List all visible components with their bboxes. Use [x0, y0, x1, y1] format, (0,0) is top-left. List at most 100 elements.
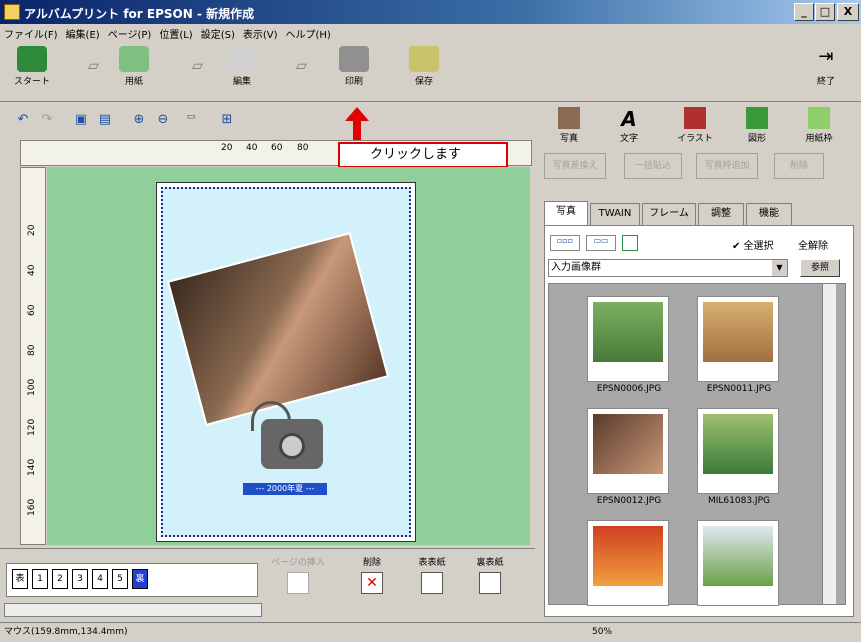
camera-lens	[279, 433, 305, 459]
undo-icon[interactable]: ↶	[14, 112, 32, 130]
zoom-level: 50%	[592, 627, 613, 637]
print-button[interactable]: 印刷	[328, 46, 380, 87]
thumb-caption: EPSN0012.JPG	[596, 496, 662, 506]
tool-photo[interactable]: 写真	[550, 107, 588, 144]
app-icon	[4, 4, 20, 20]
caption-label[interactable]: --- 2000年夏 ---	[243, 483, 327, 495]
exit-icon: ⇥	[811, 46, 841, 72]
browse-button[interactable]: 参照	[800, 259, 840, 277]
tab-twain[interactable]: TWAIN	[590, 203, 640, 225]
page-1[interactable]: 1	[32, 569, 48, 589]
click-callout: クリックします	[338, 142, 508, 168]
delete-page-button[interactable]: 削除 ✕	[352, 555, 392, 594]
menu-edit[interactable]: 編集(E)	[66, 26, 100, 41]
tab-function[interactable]: 機能	[746, 203, 792, 225]
zoom-out-icon[interactable]: ⊖	[154, 112, 172, 130]
printer-icon	[339, 46, 369, 72]
view-small-icon[interactable]: ▫▫▫	[550, 235, 580, 251]
text-icon: A	[621, 107, 637, 131]
tab-photo[interactable]: 写真	[544, 201, 588, 226]
thumbnail[interactable]	[587, 408, 669, 494]
source-select[interactable]: 入力画像群	[548, 259, 788, 277]
tool-illust[interactable]: イラスト	[676, 107, 714, 144]
thumbnail[interactable]	[587, 296, 669, 382]
back-cover-button[interactable]: 裏表紙	[470, 555, 510, 594]
ruler-tick: 120	[27, 418, 37, 436]
tool-frame[interactable]: 用紙枠	[800, 107, 838, 144]
page-front[interactable]: 表	[12, 569, 28, 589]
ruler-tick: 20	[221, 143, 233, 153]
page-back[interactable]: 裏	[132, 569, 148, 589]
start-button[interactable]: スタート	[6, 46, 58, 87]
minimize-button[interactable]: _	[794, 3, 814, 21]
exit-button[interactable]: ⇥ 終了	[800, 46, 852, 87]
grid-icon[interactable]: ⊞	[218, 112, 236, 130]
edit-button[interactable]: 編集	[216, 46, 268, 87]
thumbnail[interactable]	[697, 296, 779, 382]
page-frame: --- 2000年夏 ---	[161, 187, 411, 537]
menu-file[interactable]: ファイル(F)	[4, 26, 58, 41]
edit-toolbar: ↶ ↷ ▣ ▤ ⊕ ⊖ ▭ ⊞	[0, 103, 540, 137]
page-2[interactable]: 2	[52, 569, 68, 589]
dropdown-arrow-icon[interactable]: ▼	[772, 260, 787, 276]
ruler-tick: 60	[27, 304, 37, 316]
delete-page-icon: ✕	[361, 572, 383, 594]
thumbnail[interactable]	[697, 408, 779, 494]
thumb-caption: MIL61083.JPG	[708, 496, 770, 506]
thumbnail-scrollbar[interactable]	[822, 284, 836, 604]
thumb-image	[593, 414, 663, 474]
ruler-tick: 100	[27, 378, 37, 396]
redo-icon[interactable]: ↷	[38, 112, 56, 130]
clear-all-link[interactable]: 全解除	[798, 237, 828, 252]
paper-button[interactable]: 用紙	[108, 46, 160, 87]
page-scrollbar[interactable]	[4, 603, 262, 617]
ruler-tick: 140	[27, 458, 37, 476]
camera-illustration[interactable]	[261, 419, 323, 469]
tool-shape[interactable]: 図形	[738, 107, 776, 144]
thumbnail[interactable]	[697, 520, 779, 606]
maximize-button[interactable]: □	[815, 3, 835, 21]
step-arrow-icon: ▱	[192, 58, 203, 74]
baby-photo[interactable]	[166, 231, 390, 427]
frame-icon	[808, 107, 830, 129]
front-cover-button[interactable]: 表表紙	[412, 555, 452, 594]
ruler-tick: 80	[27, 344, 37, 356]
album-page[interactable]: --- 2000年夏 ---	[156, 182, 416, 542]
tool-text[interactable]: A 文字	[610, 107, 648, 144]
save-icon	[409, 46, 439, 72]
add-photo-frame-button[interactable]: 写真枠追加	[696, 153, 758, 179]
edit-icon	[227, 46, 257, 72]
bring-front-icon[interactable]: ▣	[72, 112, 90, 130]
menu-view[interactable]: 表示(V)	[243, 26, 278, 41]
replace-photo-button[interactable]: 写真差換え	[544, 153, 606, 179]
insert-page-button[interactable]: ページの挿入	[268, 555, 328, 594]
paper-icon	[119, 46, 149, 72]
thumbnail[interactable]	[587, 520, 669, 606]
ruler-tick: 80	[297, 143, 309, 153]
zoom-in-icon[interactable]: ⊕	[130, 112, 148, 130]
zoom-fit-icon[interactable]: ▭	[178, 112, 204, 130]
menu-page[interactable]: ページ(P)	[108, 26, 152, 41]
ruler-tick: 60	[271, 143, 283, 153]
view-medium-icon[interactable]: ▭▭	[586, 235, 616, 251]
tab-frame[interactable]: フレーム	[642, 203, 696, 225]
delete-button[interactable]: 削除	[774, 153, 824, 179]
view-large-icon[interactable]	[622, 235, 638, 251]
front-cover-icon	[421, 572, 443, 594]
main-toolbar: スタート ▱ 用紙 ▱ 編集 ▱ 印刷 保存 ⇥ 終了	[0, 42, 861, 102]
status-bar: マウス(159.8mm,134.4mm) 50%	[0, 622, 861, 642]
menu-help[interactable]: ヘルプ(H)	[286, 26, 331, 41]
tab-adjust[interactable]: 調整	[698, 203, 744, 225]
select-all-link[interactable]: ✔ 全選択	[732, 237, 774, 252]
page-3[interactable]: 3	[72, 569, 88, 589]
menu-position[interactable]: 位置(L)	[159, 26, 192, 41]
save-button[interactable]: 保存	[398, 46, 450, 87]
thumb-image	[703, 526, 773, 586]
page-4[interactable]: 4	[92, 569, 108, 589]
close-button[interactable]: X	[837, 3, 859, 21]
page-5[interactable]: 5	[112, 569, 128, 589]
batch-paste-button[interactable]: 一括貼込	[624, 153, 682, 179]
menu-settings[interactable]: 設定(S)	[201, 26, 235, 41]
send-back-icon[interactable]: ▤	[96, 112, 114, 130]
thumb-image	[703, 302, 773, 362]
